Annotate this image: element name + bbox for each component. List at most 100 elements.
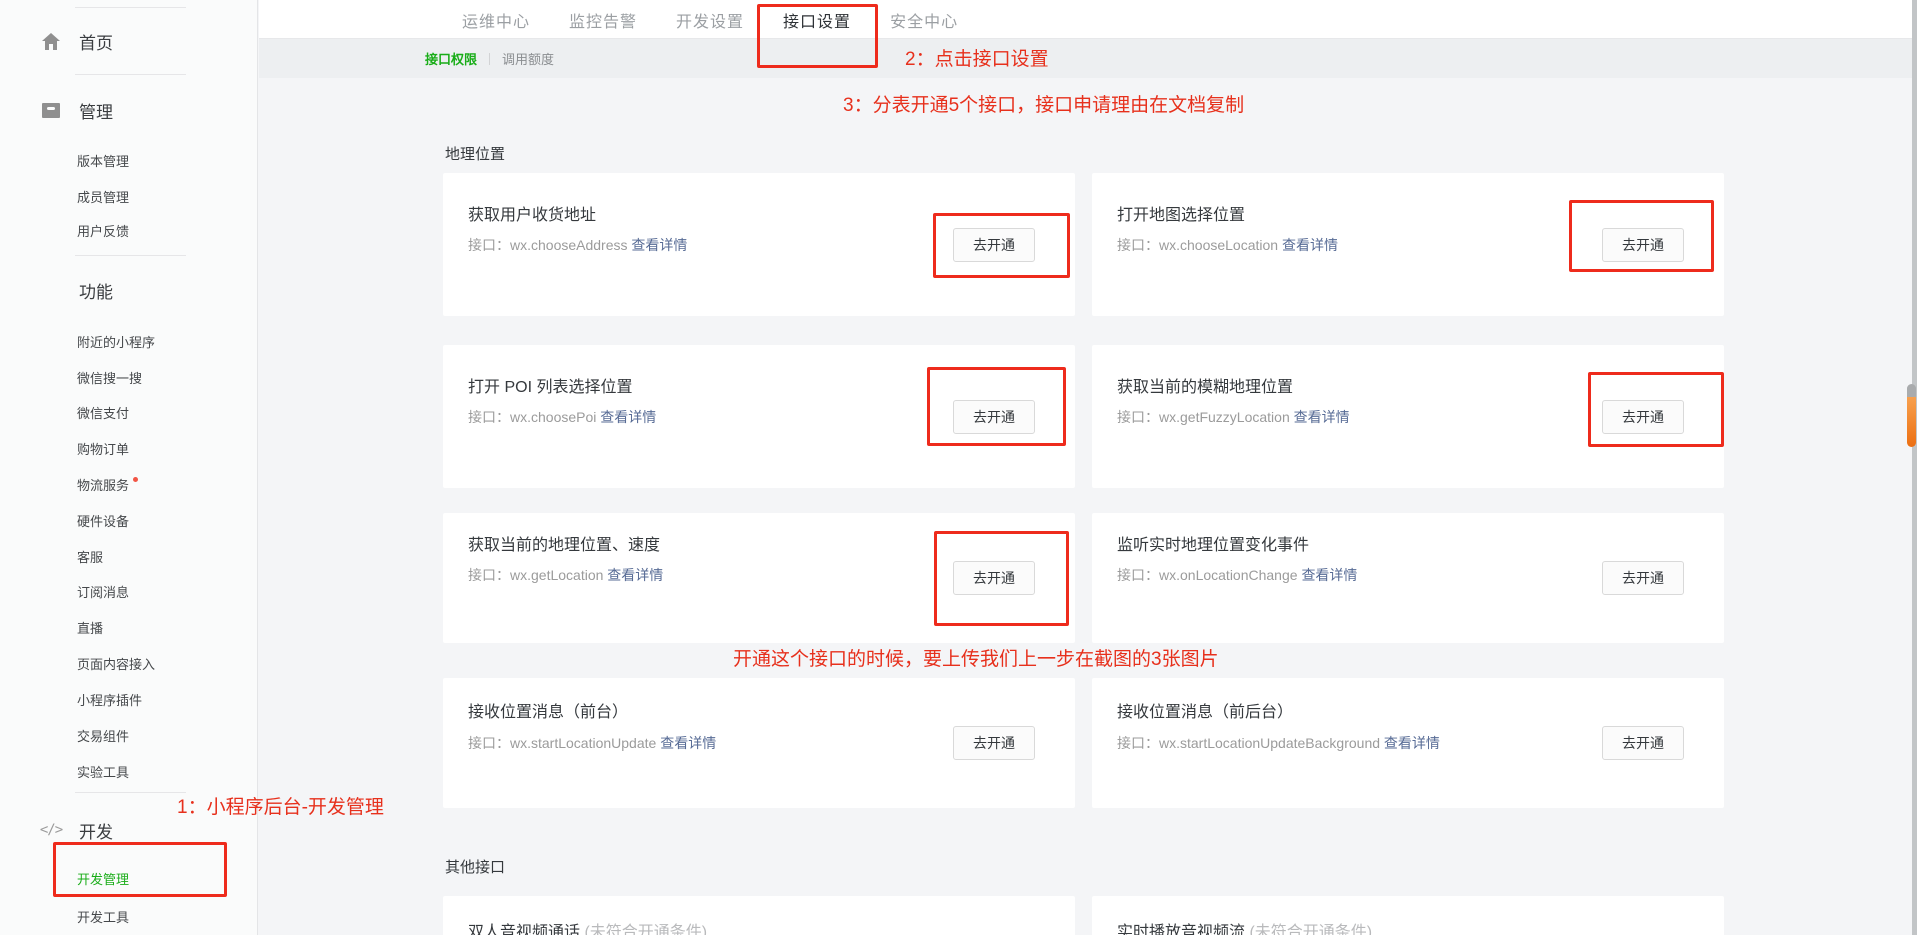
- sidebar-group-management[interactable]: 管理: [42, 92, 113, 128]
- sidebar-item-trade-component[interactable]: 交易组件: [77, 717, 129, 753]
- api-card-on-location-change: 监听实时地理位置变化事件 接口：wx.onLocationChange 查看详情…: [1092, 513, 1724, 643]
- api-card-title: 双人音视频通话 (未符合开通条件): [468, 918, 707, 935]
- sidebar-item-page-content-access[interactable]: 页面内容接入: [77, 645, 155, 681]
- open-api-button[interactable]: 去开通: [953, 561, 1035, 595]
- view-details-link[interactable]: 查看详情: [1384, 735, 1440, 751]
- api-card-get-location: 获取当前的地理位置、速度 接口：wx.getLocation 查看详情 去开通: [443, 513, 1075, 643]
- scrollbar-thumb[interactable]: [1907, 384, 1916, 447]
- tab-monitor-alerts[interactable]: 监控告警: [569, 8, 637, 32]
- api-card-title: 获取用户收货地址: [468, 201, 596, 225]
- api-card-title: 监听实时地理位置变化事件: [1117, 531, 1309, 555]
- inbox-icon: [42, 101, 60, 119]
- view-details-link[interactable]: 查看详情: [1301, 567, 1357, 583]
- open-api-button[interactable]: 去开通: [1602, 228, 1684, 262]
- api-card-api-line: 接口：wx.chooseLocation 查看详情: [1117, 235, 1338, 255]
- sidebar-item-version-mgmt[interactable]: 版本管理: [77, 142, 129, 178]
- api-card-live-player: 实时播放音视频流 (未符合开通条件): [1092, 896, 1724, 935]
- tab-api-settings[interactable]: 接口设置: [783, 8, 851, 32]
- api-card-api-line: 接口：wx.chooseAddress 查看详情: [468, 235, 687, 255]
- annotation-upload-note: 开通这个接口的时候，要上传我们上一步在截图的3张图片: [733, 644, 1219, 671]
- annotation-step-3: 3：分表开通5个接口，接口申请理由在文档复制: [843, 90, 1244, 117]
- tab-dev-settings[interactable]: 开发设置: [676, 8, 744, 32]
- status-not-eligible: (未符合开通条件): [1249, 924, 1372, 935]
- sidebar-item-label: 功能: [79, 278, 113, 303]
- api-card-choose-address: 获取用户收货地址 接口：wx.chooseAddress 查看详情 去开通: [443, 173, 1075, 316]
- view-details-link[interactable]: 查看详情: [631, 237, 687, 253]
- sidebar-item-subscribe-message[interactable]: 订阅消息: [77, 573, 129, 609]
- api-card-title: 获取当前的模糊地理位置: [1117, 373, 1293, 397]
- api-card-title: 接收位置消息（前台）: [468, 698, 628, 722]
- open-api-button[interactable]: 去开通: [1602, 726, 1684, 760]
- view-details-link[interactable]: 查看详情: [1282, 237, 1338, 253]
- api-card-api-line: 接口：wx.startLocationUpdate 查看详情: [468, 733, 716, 753]
- sidebar-item-miniprogram-plugin[interactable]: 小程序插件: [77, 681, 142, 717]
- sidebar-item-home[interactable]: 首页: [42, 23, 113, 59]
- scrollbar-track[interactable]: [1912, 0, 1917, 935]
- api-card-choose-location: 打开地图选择位置 接口：wx.chooseLocation 查看详情 去开通: [1092, 173, 1724, 316]
- api-card-api-line: 接口：wx.getFuzzyLocation 查看详情: [1117, 407, 1350, 427]
- home-icon: [42, 32, 60, 50]
- api-card-api-line: 接口：wx.choosePoi 查看详情: [468, 407, 656, 427]
- annotation-step-1: 1：小程序后台-开发管理: [177, 792, 384, 819]
- api-card-title: 实时播放音视频流 (未符合开通条件): [1117, 918, 1372, 935]
- scrollbar-thumb-cap: [1907, 384, 1916, 397]
- api-card-api-line: 接口：wx.onLocationChange 查看详情: [1117, 565, 1357, 585]
- section-title-other-apis: 其他接口: [445, 856, 505, 877]
- view-details-link[interactable]: 查看详情: [607, 567, 663, 583]
- divider: [75, 7, 186, 8]
- sidebar-item-dev-tools[interactable]: 开发工具: [77, 898, 129, 934]
- api-card-start-location-update-background: 接收位置消息（前后台） 接口：wx.startLocationUpdateBac…: [1092, 678, 1724, 808]
- section-title-geolocation: 地理位置: [445, 143, 505, 164]
- sidebar-item-wechat-search[interactable]: 微信搜一搜: [77, 359, 142, 395]
- sidebar-item-wechat-pay[interactable]: 微信支付: [77, 394, 129, 430]
- sidebar-item-dev-management[interactable]: 开发管理: [77, 860, 129, 896]
- divider: [75, 255, 186, 256]
- api-card-start-location-update: 接收位置消息（前台） 接口：wx.startLocationUpdate 查看详…: [443, 678, 1075, 808]
- sidebar-item-live-streaming[interactable]: 直播: [77, 609, 103, 645]
- divider: [489, 53, 490, 65]
- sidebar-item-experiment-tools[interactable]: 实验工具: [77, 753, 129, 789]
- sidebar-item-label: 管理: [79, 98, 113, 123]
- sidebar-item-customer-service[interactable]: 客服: [77, 538, 103, 574]
- api-card-api-line: 接口：wx.getLocation 查看详情: [468, 565, 663, 585]
- annotation-step-2: 2：点击接口设置: [905, 44, 1049, 71]
- sidebar-item-label: 首页: [79, 29, 113, 54]
- new-badge-dot: [133, 477, 138, 482]
- grid-icon: [42, 281, 60, 299]
- open-api-button[interactable]: 去开通: [1602, 400, 1684, 434]
- scrollbar-thumb-body: [1907, 397, 1916, 447]
- subtab-call-quota[interactable]: 调用额度: [502, 49, 554, 68]
- sidebar-group-development[interactable]: </> 开发: [42, 812, 113, 848]
- view-details-link[interactable]: 查看详情: [660, 735, 716, 751]
- open-api-button[interactable]: 去开通: [1602, 561, 1684, 595]
- api-card-get-fuzzy-location: 获取当前的模糊地理位置 接口：wx.getFuzzyLocation 查看详情 …: [1092, 345, 1724, 488]
- sidebar-item-nearby-miniprogram[interactable]: 附近的小程序: [77, 323, 155, 359]
- code-icon: </>: [42, 821, 60, 839]
- api-card-title: 打开地图选择位置: [1117, 201, 1245, 225]
- open-api-button[interactable]: 去开通: [953, 726, 1035, 760]
- tab-security-center[interactable]: 安全中心: [890, 8, 958, 32]
- sidebar-item-hardware-device[interactable]: 硬件设备: [77, 502, 129, 538]
- api-card-title: 获取当前的地理位置、速度: [468, 531, 660, 555]
- status-not-eligible: (未符合开通条件): [584, 924, 707, 935]
- tab-operations-center[interactable]: 运维中心: [462, 8, 530, 32]
- api-card-api-line: 接口：wx.startLocationUpdateBackground 查看详情: [1117, 733, 1440, 753]
- sidebar-item-shopping-orders[interactable]: 购物订单: [77, 430, 129, 466]
- sidebar-item-member-mgmt[interactable]: 成员管理: [77, 178, 129, 214]
- open-api-button[interactable]: 去开通: [953, 228, 1035, 262]
- content-tab-bar: 运维中心 监控告警 开发设置 接口设置 安全中心: [259, 0, 1917, 39]
- open-api-button[interactable]: 去开通: [953, 400, 1035, 434]
- subtab-api-permissions[interactable]: 接口权限: [425, 49, 477, 68]
- api-card-title: 接收位置消息（前后台）: [1117, 698, 1293, 722]
- sidebar-item-logistics-service[interactable]: 物流服务: [77, 466, 138, 502]
- view-details-link[interactable]: 查看详情: [600, 409, 656, 425]
- api-card-voip-call: 双人音视频通话 (未符合开通条件): [443, 896, 1075, 935]
- sidebar-item-label: 物流服务: [77, 475, 129, 494]
- sidebar-group-features[interactable]: 功能: [42, 272, 113, 308]
- sidebar-item-user-feedback[interactable]: 用户反馈: [77, 212, 129, 248]
- api-card-title: 打开 POI 列表选择位置: [468, 373, 632, 397]
- subtabs: 接口权限 调用额度: [425, 39, 554, 78]
- subtab-band: 接口权限 调用额度: [259, 39, 1917, 78]
- view-details-link[interactable]: 查看详情: [1294, 409, 1350, 425]
- sidebar-item-label: 开发: [79, 818, 113, 843]
